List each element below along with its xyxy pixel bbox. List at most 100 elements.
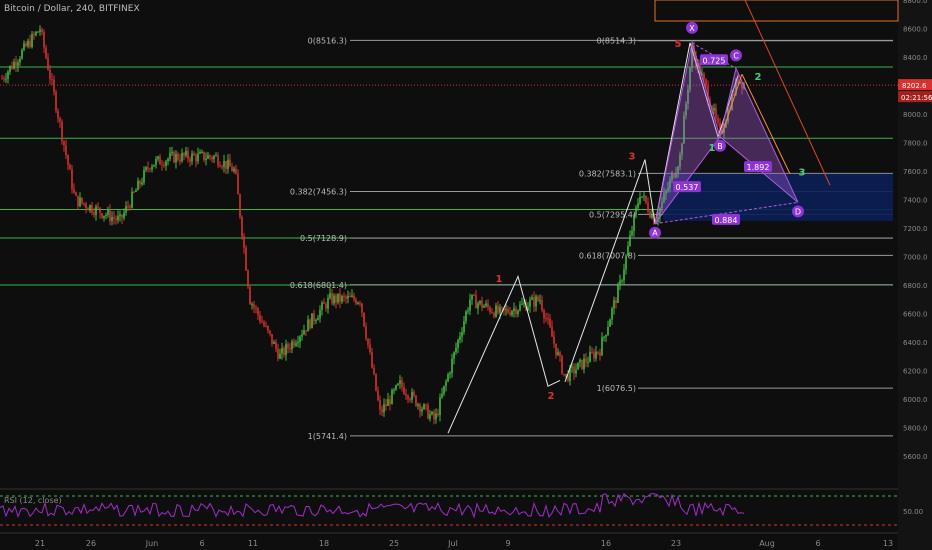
candle-body (333, 295, 335, 304)
candle-body (51, 78, 53, 80)
candle-body (273, 341, 275, 344)
candle-body (19, 58, 21, 63)
candle-body (485, 303, 487, 307)
candle-body (631, 230, 633, 236)
candle-body (149, 168, 151, 170)
candle-body (599, 352, 601, 356)
candle-body (191, 153, 193, 162)
ratio-label: 1.892 (747, 163, 770, 172)
candle-body (335, 295, 337, 303)
candle-body (547, 318, 549, 320)
candle-body (199, 152, 201, 154)
candle-body (487, 303, 489, 308)
candle-body (287, 344, 289, 349)
x-tick-label: 9 (505, 539, 510, 548)
candle-body (229, 159, 231, 167)
candle-body (479, 300, 481, 304)
wave-label: 3 (799, 167, 806, 178)
candle-body (545, 317, 547, 319)
y-tick-label: 6200.0 (903, 368, 928, 376)
candle-body (291, 341, 293, 350)
candle-body (633, 214, 635, 231)
candle-body (297, 342, 299, 344)
candle-body (209, 155, 211, 158)
candle-body (389, 399, 391, 405)
pattern-point-label: X (689, 24, 695, 33)
candle-body (437, 413, 439, 416)
candle-body (269, 330, 271, 334)
countdown-label: 02:21:56 (901, 94, 932, 102)
candle-body (283, 347, 285, 356)
candle-body (369, 344, 371, 352)
candle-body (5, 78, 7, 80)
candle-body (505, 309, 507, 311)
candle-body (359, 302, 361, 304)
candle-body (535, 296, 537, 307)
candle-body (157, 156, 159, 160)
candle-body (407, 395, 409, 400)
candle-body (25, 43, 27, 47)
candle-body (155, 159, 157, 165)
candle-body (177, 153, 179, 160)
y-tick-label: 6600.0 (903, 311, 928, 319)
candle-body (621, 280, 623, 282)
candle-body (147, 167, 149, 169)
x-tick-label: 13 (883, 539, 893, 548)
fib-label: 0.5(7128.9) (300, 234, 347, 243)
candle-body (13, 61, 15, 69)
candle-body (39, 29, 41, 32)
candle-body (443, 385, 445, 394)
x-tick-label: 6 (199, 539, 204, 548)
candle-body (29, 40, 31, 48)
candle-body (591, 351, 593, 353)
candle-body (459, 336, 461, 340)
candle-body (109, 209, 111, 221)
candle-body (349, 296, 351, 298)
candle-body (375, 373, 377, 391)
candle-body (315, 320, 317, 322)
candle-body (247, 270, 249, 287)
candle-body (47, 57, 49, 70)
pattern-point-label: B (717, 142, 723, 151)
candle-body (253, 304, 255, 308)
candle-body (251, 304, 253, 306)
candle-body (649, 211, 651, 218)
candle-body (255, 307, 257, 309)
rsi-level-label: 50.00 (903, 508, 923, 516)
candle-body (457, 339, 459, 348)
candle-body (473, 294, 475, 296)
candle-body (33, 34, 35, 36)
candle-body (495, 305, 497, 317)
candle-body (483, 306, 485, 308)
candle-body (69, 164, 71, 170)
candle-body (319, 309, 321, 319)
candle-body (397, 383, 399, 386)
candle-body (345, 296, 347, 299)
candle-body (57, 110, 59, 119)
candle-body (373, 367, 375, 374)
candle-body (289, 348, 291, 350)
candle-body (453, 352, 455, 359)
candle-body (573, 366, 575, 374)
fib-label: 0.5(7295.4) (589, 210, 636, 219)
candle-body (491, 312, 493, 314)
candle-body (575, 369, 577, 374)
candle-body (9, 65, 11, 72)
price-chart[interactable]: 5600.05800.06000.06200.06400.06600.06800… (0, 0, 932, 550)
candle-body (571, 366, 573, 368)
candle-body (45, 47, 47, 58)
candle-body (3, 78, 5, 80)
candle-body (309, 319, 311, 329)
candle-body (555, 343, 557, 355)
candle-body (151, 166, 153, 170)
candle-body (11, 65, 13, 69)
candle-body (303, 330, 305, 335)
candle-body (715, 107, 717, 118)
candle-body (317, 318, 319, 321)
candle-body (107, 209, 109, 216)
candle-body (99, 207, 101, 214)
x-tick-label: 16 (601, 539, 611, 548)
candle-body (23, 43, 25, 50)
candle-body (73, 188, 75, 193)
candle-body (325, 303, 327, 309)
